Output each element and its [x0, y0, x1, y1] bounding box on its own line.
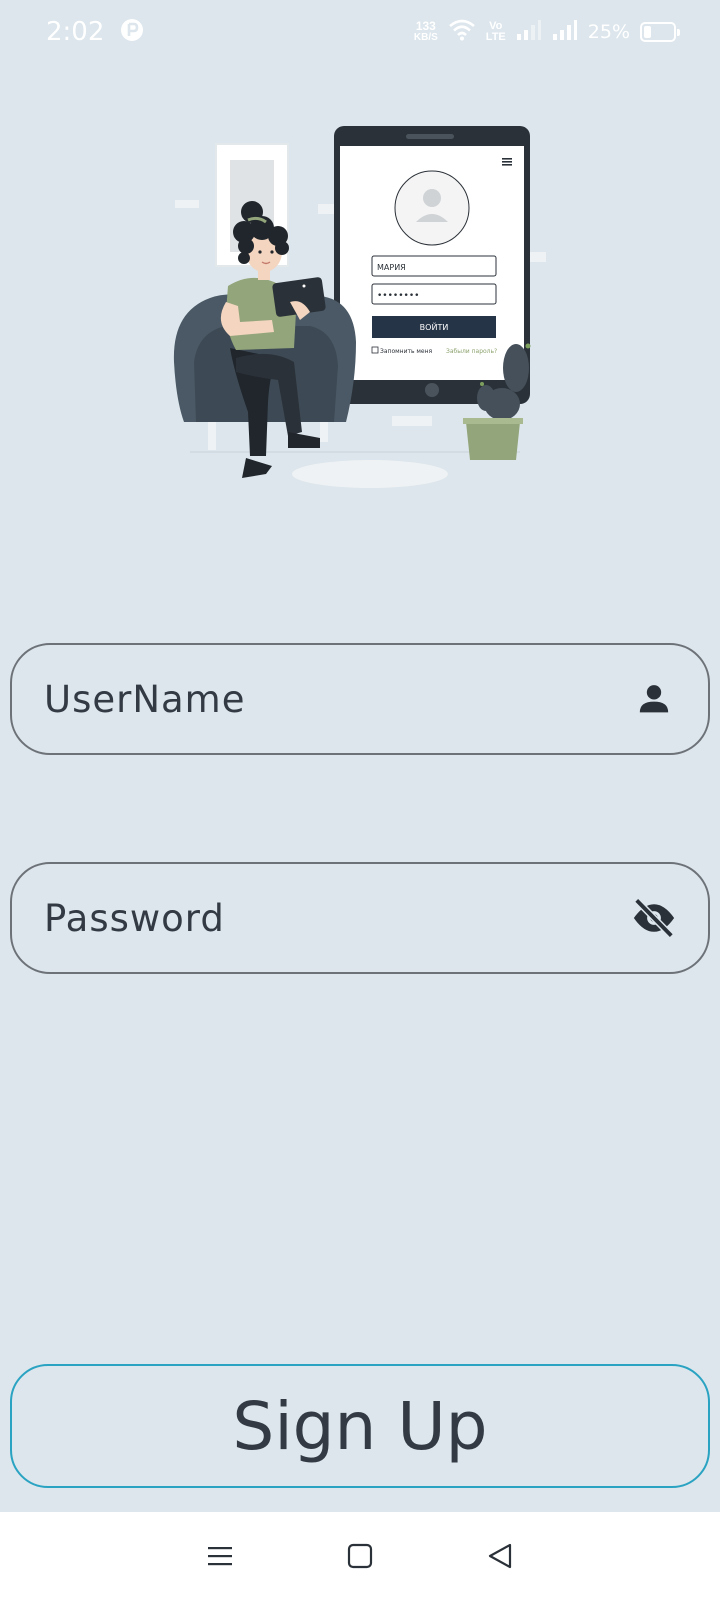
battery-percent: 25%: [587, 21, 630, 43]
triangle-back-icon[interactable]: [476, 1532, 524, 1580]
square-icon[interactable]: [336, 1532, 384, 1580]
battery-level: [644, 26, 651, 38]
system-nav-bar: [0, 1512, 720, 1600]
network-speed: 133 KB/S: [414, 20, 438, 44]
username-input[interactable]: [44, 677, 564, 721]
status-bar: 2:02 133 KB/S Vo LTE 25%: [0, 0, 720, 64]
status-left: 2:02: [46, 17, 144, 47]
person-icon: [630, 675, 678, 723]
volte-indicator: Vo LTE: [486, 21, 506, 43]
illustration-name-text: МАРИЯ: [377, 263, 406, 272]
username-field[interactable]: [10, 643, 710, 755]
signal-icon-sim2: [552, 19, 578, 46]
sign-up-button[interactable]: Sign Up: [10, 1364, 710, 1488]
password-field[interactable]: [10, 862, 710, 974]
network-speed-unit: KB/S: [413, 32, 438, 43]
app-notification-icon: [120, 18, 144, 47]
illustration-remember-text: Запомнить меня: [380, 348, 433, 355]
status-time: 2:02: [46, 17, 105, 47]
login-illustration: МАРИЯ •••••••• ВОЙТИ Запомнить меня Забы…: [170, 122, 550, 502]
signal-icon-sim1: [516, 19, 542, 46]
network-speed-value: 133: [415, 19, 436, 33]
password-input[interactable]: [44, 896, 564, 940]
illustration-password-text: ••••••••: [377, 291, 419, 301]
eye-off-icon[interactable]: [630, 894, 678, 942]
illustration-login-text: ВОЙТИ: [420, 321, 449, 332]
status-right: 133 KB/S Vo LTE 25%: [414, 19, 680, 46]
battery-icon: [640, 22, 680, 42]
menu-icon[interactable]: [196, 1532, 244, 1580]
wifi-icon: [448, 19, 476, 46]
volte-bottom: LTE: [485, 31, 506, 43]
illustration-forgot-text: Забыли пароль?: [446, 348, 497, 355]
